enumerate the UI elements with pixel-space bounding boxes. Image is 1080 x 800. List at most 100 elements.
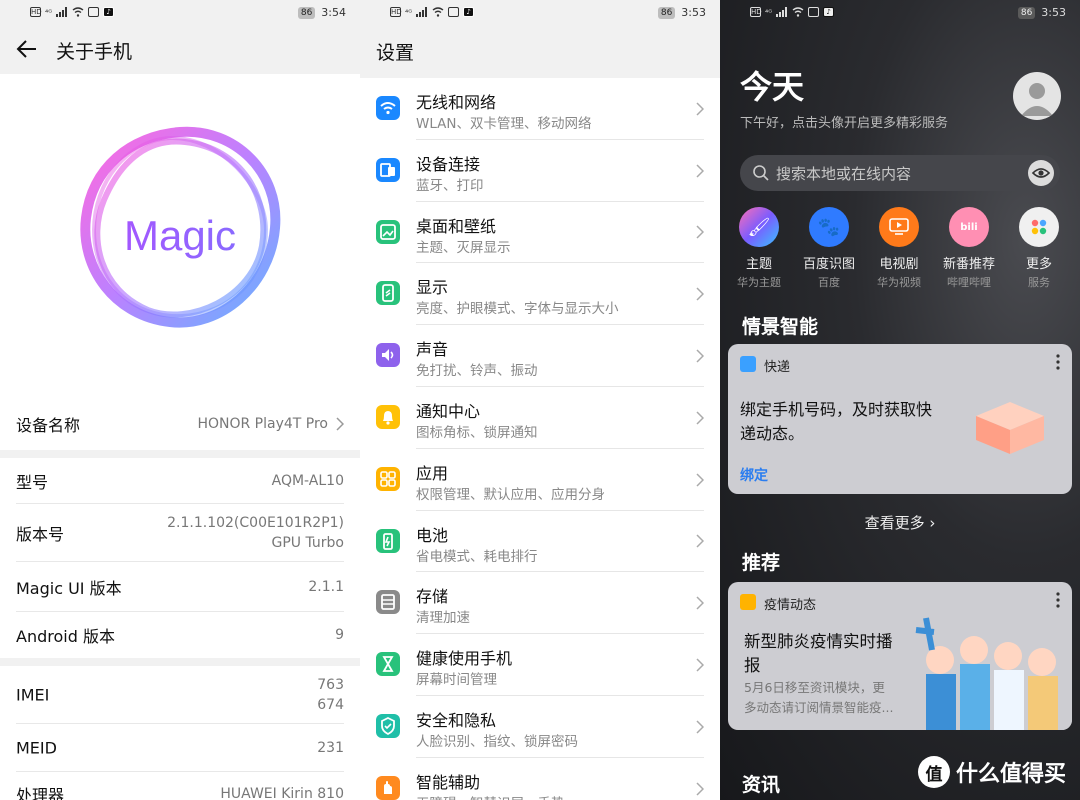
hand-icon	[376, 775, 400, 800]
network-4g-icon: ⁴ᴳ	[45, 7, 53, 17]
battery-indicator: 86	[657, 6, 676, 19]
build-number-row[interactable]: 版本号 2.1.1.102(C00E101R2P1) GPU Turbo	[16, 504, 344, 562]
settings-item[interactable]: 智能辅助无障碍、智慧识屏、手势	[360, 758, 720, 800]
app-name: 电视剧	[879, 257, 919, 272]
theme-brush-icon: 🖌	[739, 207, 779, 247]
hourglass-icon	[376, 652, 400, 677]
search-bar[interactable]: 搜索本地或在线内容	[740, 155, 1060, 191]
settings-item[interactable]: 无线和网络 WLAN、双卡管理、移动网络	[360, 78, 720, 140]
app-tv[interactable]: 电视剧 华为视频	[864, 207, 934, 290]
back-arrow-icon[interactable]	[16, 38, 38, 60]
bind-link[interactable]: 绑定	[740, 465, 768, 485]
settings-item-subtitle: 图标角标、锁屏通知	[416, 424, 538, 441]
express-card[interactable]: 快递 绑定手机号码，及时获取快 递动态。 绑定	[728, 344, 1072, 494]
settings-item-title: 电池	[416, 525, 449, 545]
magic-ui-version-label: Magic UI 版本	[16, 578, 122, 598]
device-name-value: HONOR Play4T Pro	[197, 416, 328, 432]
news-desc-line1: 5月6日移至资讯模块，更	[744, 680, 885, 695]
express-body-line1: 绑定手机号码，及时获取快	[740, 400, 933, 419]
settings-item-title: 安全和隐私	[416, 710, 497, 730]
settings-item[interactable]: 电池 省电模式、耗电排行	[360, 511, 720, 573]
wifi-icon	[376, 96, 400, 120]
settings-item[interactable]: 健康使用手机 屏幕时间管理	[360, 634, 720, 696]
device-name-row[interactable]: 设备名称 HONOR Play4T Pro	[16, 398, 344, 450]
device-connect-icon	[376, 157, 400, 182]
app-baidu[interactable]: 🐾 百度识图 百度	[794, 207, 864, 290]
android-version-row: Android 版本 9	[16, 612, 344, 658]
meid-row: MEID 231	[16, 724, 344, 772]
settings-item-subtitle: 权限管理、默认应用、应用分身	[416, 486, 605, 503]
settings-item[interactable]: 显示 亮度、护眼模式、字体与显示大小	[360, 263, 720, 326]
magic-ui-version-value: 2.1.1	[308, 578, 344, 595]
mail-icon	[448, 7, 460, 17]
today-title: 今天	[740, 68, 805, 106]
tiktok-icon: ♪	[103, 7, 115, 17]
wifi-status-icon	[72, 7, 84, 17]
battery-indicator: 86	[1017, 6, 1036, 19]
settings-item[interactable]: 应用 权限管理、默认应用、应用分身	[360, 449, 720, 511]
app-name: 主题	[745, 257, 772, 272]
status-icons: HD ⁴ᴳ ♪	[390, 7, 475, 17]
more-options-icon[interactable]	[1056, 354, 1060, 370]
app-source: 哔哩哔哩	[947, 276, 991, 289]
eye-scan-icon	[1031, 168, 1051, 178]
tiktok-icon: ♪	[463, 7, 475, 17]
express-card-body: 绑定手机号码，及时获取快 递动态。	[740, 398, 932, 446]
news-card-title: 新型肺炎疫情实时播 报	[744, 630, 893, 678]
app-source: 华为视频	[877, 276, 921, 289]
avatar[interactable]	[1013, 72, 1061, 120]
chevron-right-icon: ›	[929, 514, 936, 532]
baidu-paw-icon: 🐾	[809, 207, 849, 247]
clock: 3:53	[681, 6, 706, 19]
model-row: 型号 AQM-AL10	[16, 458, 344, 504]
settings-item-title: 通知中心	[416, 401, 481, 421]
chevron-right-icon	[696, 720, 704, 734]
news-card[interactable]: 疫情动态 新型肺炎疫情实时播 报 5月6日移至资讯模块，更 多动态请订阅情景智能…	[728, 582, 1072, 730]
app-more[interactable]: 更多 服务	[1004, 207, 1074, 290]
storage-icon	[376, 590, 400, 615]
battery-indicator: 86	[297, 6, 316, 19]
settings-item[interactable]: 存储 清理加速	[360, 572, 720, 635]
express-card-header: 快递	[764, 360, 791, 375]
magic-ui-logo: Magic	[0, 74, 360, 398]
app-name: 百度识图	[802, 257, 855, 272]
magic-wordmark: Magic	[0, 212, 360, 260]
bell-icon	[376, 404, 400, 429]
more-options-icon[interactable]	[1056, 592, 1060, 608]
display-icon	[376, 281, 400, 306]
watermark: 值 什么值得买	[917, 756, 1066, 788]
today-screen: HD ⁴ᴳ ♪ 86 3:53 今天 下午好，点击头像开启更多精彩服务 搜索本地…	[720, 0, 1080, 800]
wallpaper-icon	[376, 219, 400, 244]
user-avatar-icon	[1021, 83, 1053, 116]
status-bar: HD ⁴ᴳ ♪ 86 3:54	[0, 0, 360, 28]
settings-item[interactable]: 桌面和壁纸 主题、灭屏显示	[360, 202, 720, 264]
section-recommend-title: 推荐	[742, 552, 781, 574]
signal-icon	[56, 7, 68, 17]
app-bilibili[interactable]: bili 新番推荐 哔哩哔哩	[934, 207, 1004, 290]
app-theme[interactable]: 🖌 主题 华为主题	[724, 207, 794, 290]
hd-icon: HD	[750, 7, 762, 17]
view-more-link[interactable]: 查看更多 ›	[720, 512, 1080, 533]
scan-button[interactable]	[1028, 160, 1054, 186]
app-source: 百度	[818, 276, 840, 289]
greeting-subtitle[interactable]: 下午好，点击头像开启更多精彩服务	[740, 112, 948, 131]
about-phone-screen: HD ⁴ᴳ ♪ 86 3:54 关于手机 Magic 设备名称 HONOR Pl…	[0, 0, 360, 800]
settings-item[interactable]: 设备连接 蓝牙、打印	[360, 140, 720, 202]
settings-item-subtitle: 无障碍、智慧识屏、手势	[416, 792, 565, 800]
section-news-title: 资讯	[742, 774, 781, 796]
imei-line1: 763	[317, 676, 344, 693]
news-card-desc: 5月6日移至资讯模块，更 多动态请订阅情景智能疫...	[744, 678, 893, 718]
settings-item[interactable]: 通知中心图标角标、锁屏通知	[360, 387, 720, 449]
magic-ui-version-row: Magic UI 版本 2.1.1	[16, 562, 344, 612]
settings-item[interactable]: 声音 免打扰、铃声、振动	[360, 325, 720, 387]
apps-icon	[376, 466, 400, 491]
settings-item[interactable]: 安全和隐私 人脸识别、指纹、锁屏密码	[360, 696, 720, 758]
app-source: 华为主题	[737, 276, 781, 289]
imei-label: IMEI	[16, 685, 50, 704]
express-body-line2: 递动态。	[740, 424, 805, 443]
package-box-icon	[976, 402, 1044, 454]
tiktok-icon: ♪	[823, 7, 835, 17]
search-input[interactable]: 搜索本地或在线内容	[776, 163, 911, 184]
page-title: 设置	[376, 42, 415, 64]
settings-item-subtitle: 主题、灭屏显示	[416, 239, 511, 256]
